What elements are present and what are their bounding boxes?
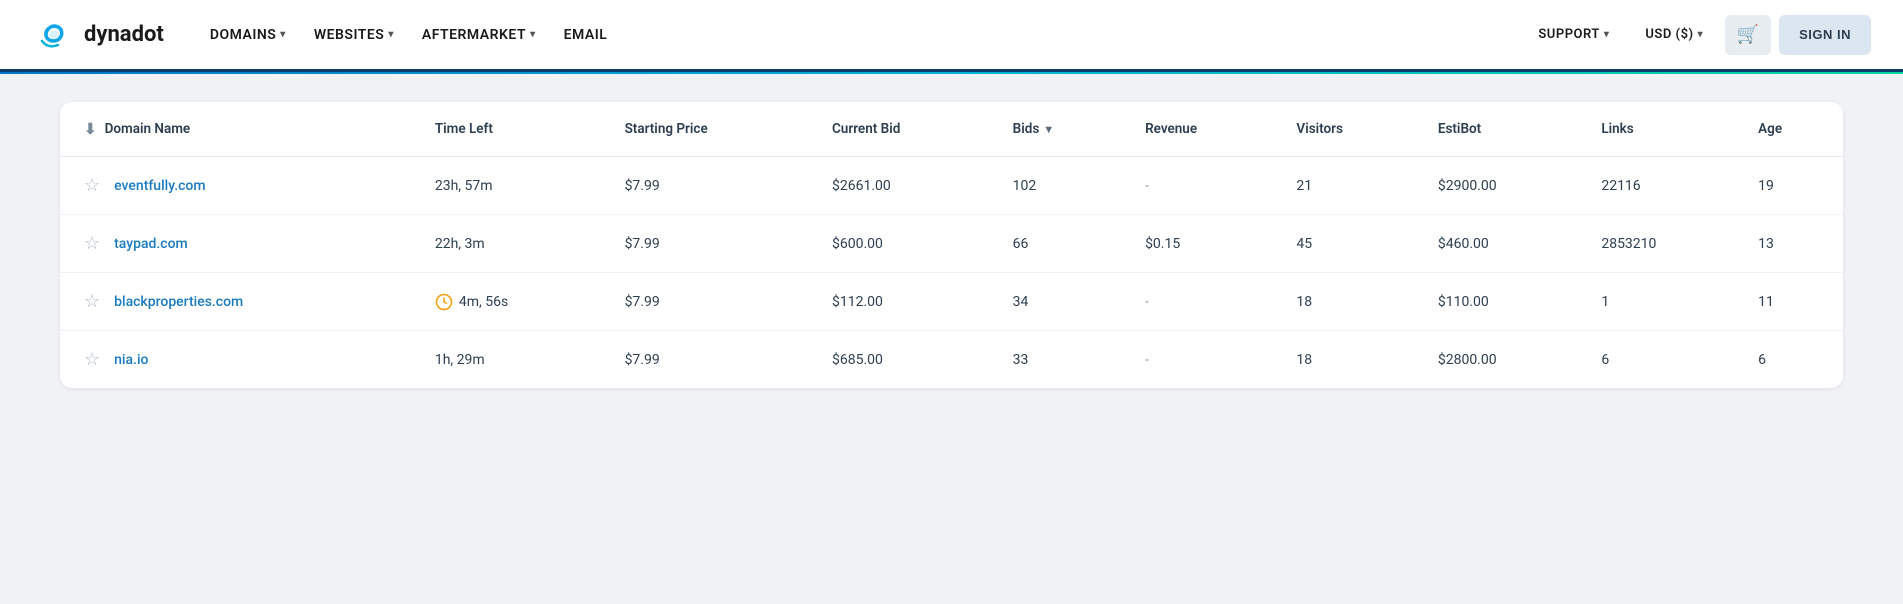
cell-starting-price: $7.99	[609, 157, 816, 215]
cell-bids: 34	[997, 273, 1129, 331]
auction-table: ⬇ Domain Name Time Left Starting Price C…	[60, 102, 1843, 388]
cell-visitors: 18	[1280, 331, 1421, 389]
favorite-star-icon[interactable]: ☆	[84, 175, 100, 196]
th-bids: Bids ▼	[997, 102, 1129, 157]
nav-support[interactable]: SUPPORT ▾	[1524, 19, 1623, 50]
cell-links: 22116	[1585, 157, 1742, 215]
th-time-left: Time Left	[419, 102, 609, 157]
cart-button[interactable]: 🛒	[1725, 15, 1771, 55]
cell-time-left: 23h, 57m	[419, 157, 609, 215]
nav-domains[interactable]: DOMAINS ▾	[196, 19, 300, 51]
logo-text: dynadot	[84, 22, 164, 47]
cart-icon: 🛒	[1737, 24, 1759, 45]
cell-estibot: $110.00	[1422, 273, 1585, 331]
cell-current-bid: $685.00	[816, 331, 997, 389]
cell-domain: ☆ eventfully.com	[60, 157, 419, 215]
table-row: ☆ taypad.com 22h, 3m$7.99$600.0066$0.1545$…	[60, 215, 1843, 273]
nav-websites[interactable]: WEBSITES ▾	[300, 19, 408, 51]
nav-email[interactable]: EMAIL	[550, 19, 622, 51]
cell-estibot: $2900.00	[1422, 157, 1585, 215]
cell-domain: ☆ taypad.com	[60, 215, 419, 273]
chevron-icon: ▾	[1698, 29, 1704, 40]
cell-bids: 102	[997, 157, 1129, 215]
signin-button[interactable]: SIGN IN	[1779, 15, 1871, 55]
cell-starting-price: $7.99	[609, 215, 816, 273]
chevron-icon: ▾	[1604, 29, 1610, 40]
cell-time-left: 4m, 56s	[419, 273, 609, 331]
favorite-star-icon[interactable]: ☆	[84, 233, 100, 254]
cell-current-bid: $112.00	[816, 273, 997, 331]
favorite-star-icon[interactable]: ☆	[84, 291, 100, 312]
cell-age: 11	[1742, 273, 1843, 331]
domain-link[interactable]: taypad.com	[114, 236, 188, 252]
chevron-icon: ▾	[280, 29, 286, 40]
th-starting-price: Starting Price	[609, 102, 816, 157]
cell-current-bid: $600.00	[816, 215, 997, 273]
sort-download-icon[interactable]: ⬇	[84, 120, 97, 138]
cell-links: 1	[1585, 273, 1742, 331]
clock-icon	[435, 293, 453, 311]
cell-bids: 66	[997, 215, 1129, 273]
th-domain-name: ⬇ Domain Name	[60, 102, 419, 157]
th-revenue: Revenue	[1129, 102, 1280, 157]
cell-current-bid: $2661.00	[816, 157, 997, 215]
cell-domain: ☆ blackproperties.com	[60, 273, 419, 331]
logo[interactable]: dynadot	[32, 13, 164, 57]
th-current-bid: Current Bid	[816, 102, 997, 157]
main-nav: DOMAINS ▾ WEBSITES ▾ AFTERMARKET ▾ EMAIL	[196, 19, 1525, 51]
nav-aftermarket[interactable]: AFTERMARKET ▾	[408, 19, 550, 51]
cell-starting-price: $7.99	[609, 273, 816, 331]
cell-links: 2853210	[1585, 215, 1742, 273]
cell-age: 6	[1742, 331, 1843, 389]
th-visitors: Visitors	[1280, 102, 1421, 157]
th-estibot: EstiBot	[1422, 102, 1585, 157]
table-header-row: ⬇ Domain Name Time Left Starting Price C…	[60, 102, 1843, 157]
domain-link[interactable]: blackproperties.com	[114, 294, 243, 310]
table-row: ☆ blackproperties.com 4m, 56s$7.99$112.003…	[60, 273, 1843, 331]
cell-time-left: 1h, 29m	[419, 331, 609, 389]
main-content: ⬇ Domain Name Time Left Starting Price C…	[0, 72, 1903, 418]
cell-revenue: -	[1129, 331, 1280, 389]
th-age: Age	[1742, 102, 1843, 157]
domain-link[interactable]: nia.io	[114, 352, 148, 368]
cell-visitors: 18	[1280, 273, 1421, 331]
cell-revenue: -	[1129, 273, 1280, 331]
cell-age: 13	[1742, 215, 1843, 273]
domain-link[interactable]: eventfully.com	[114, 178, 205, 194]
cell-domain: ☆ nia.io	[60, 331, 419, 389]
cell-revenue: $0.15	[1129, 215, 1280, 273]
nav-currency[interactable]: USD ($) ▾	[1631, 19, 1717, 50]
th-links: Links	[1585, 102, 1742, 157]
cell-visitors: 45	[1280, 215, 1421, 273]
cell-bids: 33	[997, 331, 1129, 389]
cell-starting-price: $7.99	[609, 331, 816, 389]
cell-estibot: $2800.00	[1422, 331, 1585, 389]
sort-down-icon[interactable]: ▼	[1043, 123, 1054, 136]
table-row: ☆ eventfully.com 23h, 57m$7.99$2661.00102-…	[60, 157, 1843, 215]
chevron-icon: ▾	[530, 29, 536, 40]
header-right: SUPPORT ▾ USD ($) ▾ 🛒 SIGN IN	[1524, 15, 1871, 55]
site-header: dynadot DOMAINS ▾ WEBSITES ▾ AFTERMARKET…	[0, 0, 1903, 72]
table-row: ☆nia.io1h, 29m$7.99$685.0033-18$2800.006…	[60, 331, 1843, 389]
cell-estibot: $460.00	[1422, 215, 1585, 273]
cell-time-left: 22h, 3m	[419, 215, 609, 273]
cell-links: 6	[1585, 331, 1742, 389]
auction-table-container: ⬇ Domain Name Time Left Starting Price C…	[60, 102, 1843, 388]
favorite-star-icon[interactable]: ☆	[84, 349, 100, 370]
chevron-icon: ▾	[388, 29, 394, 40]
cell-visitors: 21	[1280, 157, 1421, 215]
cell-age: 19	[1742, 157, 1843, 215]
cell-revenue: -	[1129, 157, 1280, 215]
